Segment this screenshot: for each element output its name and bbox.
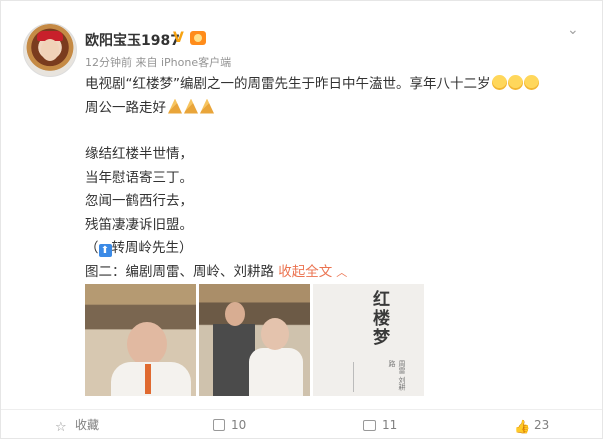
poem-line-2: 当年慰语寄三丁。 xyxy=(85,169,193,186)
book-subtitle: 周雷 刘耕路 xyxy=(388,360,406,391)
forward-icon xyxy=(213,419,225,431)
star-icon: ☆ xyxy=(55,420,67,435)
photo-thumbnail-3[interactable]: 红楼梦 周雷 刘耕路 xyxy=(313,284,424,396)
poem-line-3: 忽闻一鹤西行去， xyxy=(85,193,193,209)
crying-emoji-icon xyxy=(507,75,523,90)
post-meta[interactable]: 12分钟前 来自 iPhone客户端 xyxy=(85,54,231,70)
photo-thumbnail-1[interactable] xyxy=(85,284,196,396)
post-content: 电视剧“红楼梦”编剧之一的周雷先生于昨日中午溘世。享年八十二岁 周公一路走好 缘… xyxy=(85,73,585,284)
level-badge-icon xyxy=(190,31,206,45)
like-icon: 👍 xyxy=(514,420,531,435)
favorite-button[interactable]: ☆ 收藏 xyxy=(55,417,99,435)
pray-emoji-icon xyxy=(168,98,182,114)
avatar-face xyxy=(41,39,59,61)
collapse-link[interactable]: 收起全文 xyxy=(278,264,332,280)
poem-line-4: 残笛凄凄诉旧盟。 xyxy=(85,216,193,233)
author-name[interactable]: 欧阳宝玉1987 xyxy=(85,30,180,50)
post-line-2: 周公一路走好 xyxy=(85,97,585,121)
avatar[interactable] xyxy=(23,23,77,77)
crying-emoji-icon xyxy=(523,75,539,90)
chevron-up-icon[interactable]: ︿ xyxy=(336,266,347,279)
pray-emoji-icon xyxy=(200,98,214,114)
image-caption: 图二：编剧周雷、周岭、刘耕路 收起全文 ︿ xyxy=(85,263,348,280)
poem-line-1: 缘结红楼半世情， xyxy=(85,146,193,162)
like-button[interactable]: 👍 23 xyxy=(514,417,549,435)
action-bar: ☆ 收藏 10 11 👍 23 xyxy=(1,409,602,439)
up-arrow-icon: ⬆ xyxy=(98,244,112,257)
forward-button[interactable]: 10 xyxy=(213,417,246,433)
comment-icon xyxy=(363,420,376,431)
post-line-1: 电视剧“红楼梦”编剧之一的周雷先生于昨日中午溘世。享年八十二岁 xyxy=(85,73,585,97)
book-title: 红楼梦 xyxy=(369,290,389,347)
chevron-down-icon[interactable]: ⌄ xyxy=(567,22,579,38)
pray-emoji-icon xyxy=(184,98,198,114)
comment-button[interactable]: 11 xyxy=(363,417,397,433)
repost-credit: （⬆ 转周岭先生） xyxy=(85,240,193,257)
weibo-post-card: 欧阳宝玉1987 V 12分钟前 来自 iPhone客户端 ⌄ 电视剧“红楼梦”… xyxy=(0,0,603,439)
verified-v-icon: V xyxy=(173,30,184,46)
photo-thumbnail-2[interactable] xyxy=(199,284,310,396)
crying-emoji-icon xyxy=(491,75,507,90)
